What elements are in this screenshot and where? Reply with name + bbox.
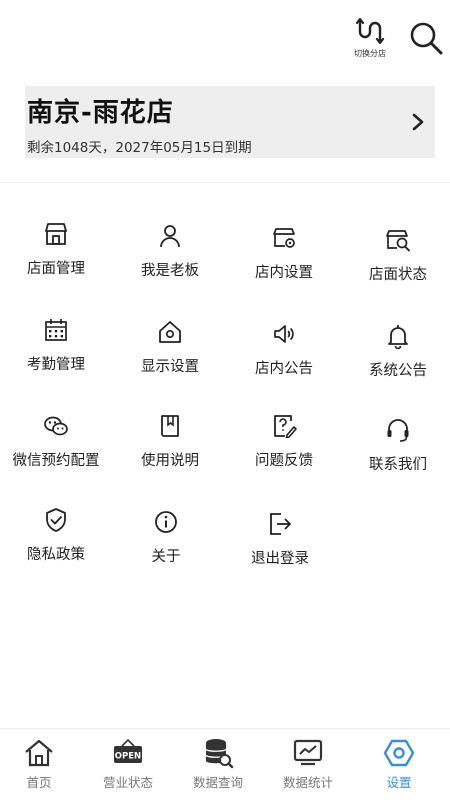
person-icon — [155, 221, 185, 251]
shield-check-icon — [41, 505, 71, 535]
store-name: 南京-雨花店 — [27, 98, 174, 128]
menu-item-system-announcement[interactable]: 系统公告 — [342, 321, 450, 401]
menu-item-label: 联系我们 — [369, 457, 427, 473]
info-icon — [151, 507, 181, 537]
chart-icon — [293, 739, 323, 766]
book-icon — [155, 411, 185, 441]
hexagon-settings-icon — [383, 739, 415, 767]
open-sign-icon: OPEN — [114, 738, 142, 763]
menu-item-label: 微信预约配置 — [12, 453, 100, 469]
tab-label: 数据查询 — [192, 775, 243, 790]
menu-item-privacy-policy[interactable]: 隐私政策 — [0, 505, 112, 585]
menu-item-label: 系统公告 — [369, 363, 427, 379]
switch-store-label: 切换分店 — [354, 49, 386, 58]
menu-item-label: 考勤管理 — [27, 357, 85, 373]
bell-icon — [383, 321, 413, 351]
tab-label: 设置 — [386, 775, 412, 790]
store-search-icon — [383, 225, 413, 255]
store-expire-text: 剩余1048天，2027年05月15日到期 — [27, 140, 252, 156]
wechat-icon — [41, 411, 71, 441]
search-icon[interactable] — [408, 20, 444, 56]
switch-store-button[interactable]: 切换分店 — [348, 16, 392, 60]
menu-item-user-guide[interactable]: 使用说明 — [114, 411, 226, 491]
speaker-icon — [269, 319, 299, 349]
menu-item-feedback[interactable]: 问题反馈 — [228, 411, 340, 491]
calendar-icon — [41, 315, 71, 345]
home-icon — [25, 739, 53, 767]
feedback-edit-icon — [269, 411, 299, 441]
menu-item-label: 关于 — [151, 549, 181, 565]
store-info-card[interactable]: 南京-雨花店 剩余1048天，2027年05月15日到期 — [25, 86, 435, 158]
menu-item-i-am-boss[interactable]: 我是老板 — [114, 221, 226, 301]
tab-settings[interactable]: 设置 — [354, 737, 444, 797]
menu-item-label: 店面管理 — [27, 261, 85, 277]
menu-item-label: 退出登录 — [251, 551, 309, 567]
menu-item-label: 店面状态 — [369, 267, 427, 283]
switch-store-icon — [355, 17, 385, 45]
bottom-tab-bar: 首页 OPEN 营业状态 数据查询 数据统计 设置 — [0, 728, 450, 800]
menu-item-store-status[interactable]: 店面状态 — [342, 225, 450, 305]
chevron-right-icon — [412, 113, 424, 131]
menu-item-store-settings[interactable]: 店内设置 — [228, 223, 340, 303]
database-search-icon — [205, 739, 234, 769]
menu-item-contact-us[interactable]: 联系我们 — [342, 415, 450, 495]
menu-item-label: 隐私政策 — [27, 547, 85, 563]
tab-data-statistics[interactable]: 数据统计 — [263, 737, 353, 797]
menu-item-label: 店内设置 — [255, 265, 313, 281]
storefront-icon — [41, 219, 71, 249]
menu-item-logout[interactable]: 退出登录 — [224, 509, 336, 589]
tab-home[interactable]: 首页 — [0, 737, 84, 797]
tab-label: 营业状态 — [102, 775, 153, 790]
menu-item-store-announcement[interactable]: 店内公告 — [228, 319, 340, 399]
menu-item-display-settings[interactable]: 显示设置 — [114, 317, 226, 397]
menu-item-label: 显示设置 — [141, 359, 199, 375]
top-bar: 切换分店 — [0, 0, 450, 78]
menu-item-about[interactable]: 关于 — [110, 507, 222, 587]
logout-icon — [265, 509, 295, 539]
tab-label: 数据统计 — [282, 775, 333, 790]
store-settings-icon — [269, 223, 299, 253]
menu-item-label: 店内公告 — [255, 361, 313, 377]
menu-item-label: 我是老板 — [141, 263, 199, 279]
open-sign-text: OPEN — [115, 752, 141, 762]
tab-business-status[interactable]: OPEN 营业状态 — [83, 737, 173, 797]
menu-item-wechat-booking[interactable]: 微信预约配置 — [0, 411, 112, 491]
menu-item-attendance[interactable]: 考勤管理 — [0, 315, 112, 395]
headset-icon — [383, 415, 413, 445]
home-gear-icon — [155, 317, 185, 347]
tab-data-query[interactable]: 数据查询 — [173, 737, 263, 797]
menu-item-label: 使用说明 — [141, 453, 199, 469]
divider — [0, 182, 450, 183]
menu-item-store-management[interactable]: 店面管理 — [0, 219, 112, 299]
tab-label: 首页 — [26, 775, 52, 790]
menu-item-label: 问题反馈 — [255, 453, 313, 469]
